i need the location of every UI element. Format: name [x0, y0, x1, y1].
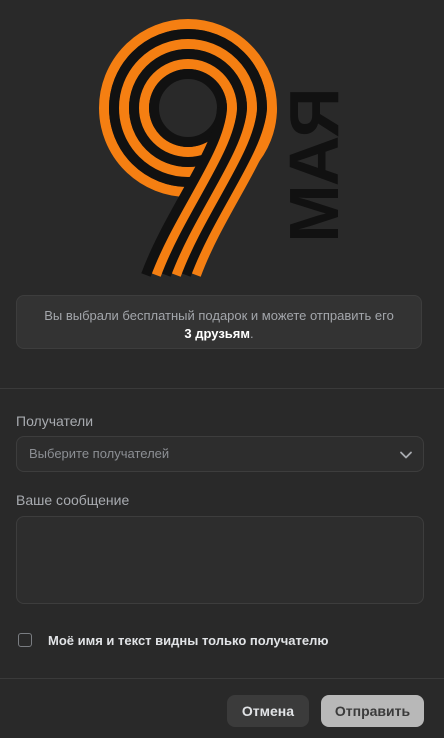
free-gift-info-box: Вы выбрали бесплатный подарок и можете о…: [16, 295, 422, 349]
recipients-placeholder: Выберите получателей: [29, 446, 170, 461]
friends-count: 3 друзьям: [184, 326, 250, 341]
recipients-select[interactable]: Выберите получателей: [16, 436, 424, 472]
may-9-gift-image: МАЯ: [0, 0, 444, 290]
send-button[interactable]: Отправить: [321, 695, 424, 727]
cancel-button[interactable]: Отмена: [227, 695, 309, 727]
privacy-checkbox[interactable]: [18, 633, 32, 647]
may-word: МАЯ: [275, 89, 353, 242]
chevron-down-icon: [400, 451, 412, 459]
message-label: Ваше сообщение: [16, 492, 130, 508]
gift-send-modal: МАЯ Вы выбрали бесплатный подарок и може…: [0, 0, 444, 738]
privacy-checkbox-row[interactable]: Моё имя и текст видны только получателю: [18, 631, 328, 649]
privacy-checkbox-label[interactable]: Моё имя и текст видны только получателю: [48, 633, 328, 648]
info-text: Вы выбрали бесплатный подарок и можете о…: [44, 308, 394, 323]
message-textarea[interactable]: [16, 516, 424, 604]
recipients-label: Получатели: [16, 413, 94, 429]
footer-divider: [0, 678, 444, 679]
divider: [0, 388, 444, 389]
info-suffix: .: [249, 326, 254, 341]
